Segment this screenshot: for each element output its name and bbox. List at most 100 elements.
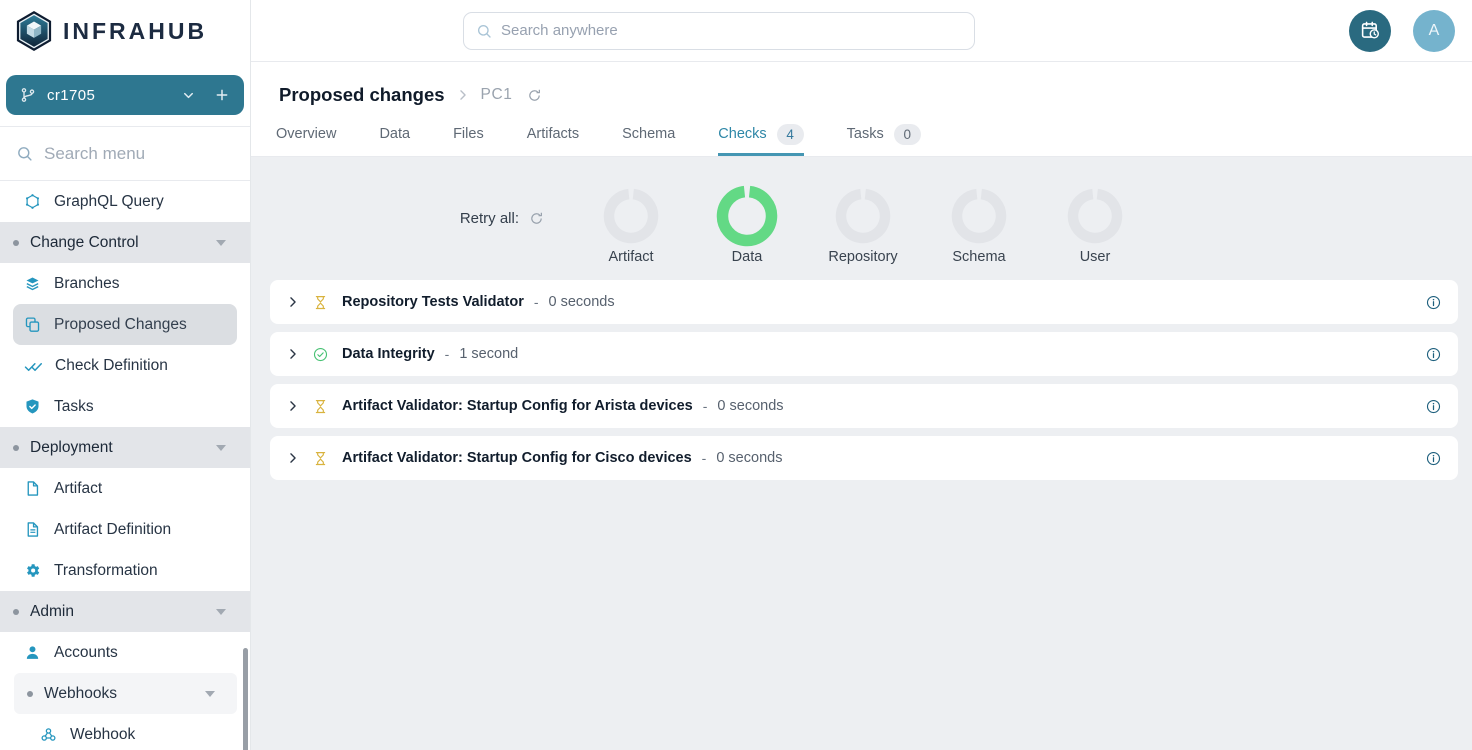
validator-duration: 0 seconds	[717, 398, 783, 414]
chevron-down-icon[interactable]	[181, 88, 196, 103]
tab-data[interactable]: Data	[379, 116, 410, 156]
sidebar-item-transformation[interactable]: Transformation	[0, 550, 250, 591]
sidebar-search[interactable]	[0, 127, 250, 180]
validator-row-artifact-cisco[interactable]: Artifact Validator: Startup Config for C…	[270, 436, 1458, 480]
add-branch-icon[interactable]	[214, 87, 230, 103]
sidebar-item-label: Transformation	[54, 562, 158, 580]
sidebar-item-label: Branches	[54, 275, 119, 293]
sidebar-item-accounts[interactable]: Accounts	[0, 632, 250, 673]
info-icon[interactable]	[1426, 295, 1441, 310]
global-search-input[interactable]	[501, 22, 962, 39]
caret-down-icon	[216, 609, 226, 615]
expand-chevron-icon[interactable]	[286, 295, 300, 309]
tab-files[interactable]: Files	[453, 116, 484, 156]
progress-ring-icon	[603, 188, 659, 244]
sidebar-item-artifact[interactable]: Artifact	[0, 468, 250, 509]
main-area: A Proposed changes PC1 Overview Data Fil…	[251, 0, 1472, 750]
tab-overview[interactable]: Overview	[276, 116, 336, 156]
ring-user[interactable]: User	[1037, 188, 1153, 265]
checks-summary: Retry all: Artifact Data	[251, 188, 1472, 265]
ring-repository[interactable]: Repository	[805, 188, 921, 265]
sidebar-section-label: Deployment	[30, 439, 113, 457]
sidebar-item-label: Proposed Changes	[54, 316, 187, 334]
progress-ring-icon	[835, 188, 891, 244]
progress-ring-success-icon	[716, 185, 778, 247]
expand-chevron-icon[interactable]	[286, 347, 300, 361]
sidebar-item-check-definition[interactable]: Check Definition	[0, 345, 250, 386]
shield-check-icon	[24, 398, 41, 415]
sidebar-section-label: Admin	[30, 603, 74, 621]
hourglass-icon	[313, 295, 328, 310]
sidebar-scrollbar[interactable]	[243, 648, 248, 750]
topbar-actions: A	[1349, 10, 1455, 52]
tab-artifacts[interactable]: Artifacts	[527, 116, 579, 156]
bullet-icon	[13, 609, 19, 615]
branch-selector[interactable]: cr1705	[6, 75, 244, 115]
sidebar-item-branches[interactable]: Branches	[0, 263, 250, 304]
caret-down-icon	[216, 445, 226, 451]
retry-all: Retry all:	[251, 210, 573, 227]
sidebar-section-deployment[interactable]: Deployment	[0, 427, 250, 468]
validator-row-artifact-arista[interactable]: Artifact Validator: Startup Config for A…	[270, 384, 1458, 428]
app-window: INFRAHUB cr1705 GraphQL Query Change Con…	[0, 0, 1472, 750]
ring-data[interactable]: Data	[689, 188, 805, 265]
sidebar-item-webhook[interactable]: Webhook	[0, 714, 250, 750]
tab-label: Data	[379, 126, 410, 142]
ring-artifact[interactable]: Artifact	[573, 188, 689, 265]
bullet-icon	[13, 240, 19, 246]
ring-schema[interactable]: Schema	[921, 188, 1037, 265]
tab-bar: Overview Data Files Artifacts Schema Che…	[251, 116, 1472, 157]
topbar: A	[251, 0, 1472, 62]
tasks-count-badge: 0	[894, 124, 921, 145]
sidebar-section-change-control[interactable]: Change Control	[0, 222, 250, 263]
chevron-right-icon	[456, 88, 470, 102]
tab-tasks[interactable]: Tasks 0	[847, 116, 921, 156]
progress-ring-icon	[1067, 188, 1123, 244]
retry-refresh-icon[interactable]	[529, 211, 544, 226]
schedule-button[interactable]	[1349, 10, 1391, 52]
sidebar-item-proposed-changes[interactable]: Proposed Changes	[13, 304, 237, 345]
avatar[interactable]: A	[1413, 10, 1455, 52]
validator-row-data-integrity[interactable]: Data Integrity - 1 second	[270, 332, 1458, 376]
info-icon[interactable]	[1426, 347, 1441, 362]
global-search[interactable]	[463, 12, 975, 50]
tab-checks[interactable]: Checks 4	[718, 116, 803, 156]
infrahub-logo-icon	[15, 10, 53, 52]
sidebar-search-input[interactable]	[44, 144, 234, 164]
validator-duration: 0 seconds	[549, 294, 615, 310]
sidebar-item-artifact-definition[interactable]: Artifact Definition	[0, 509, 250, 550]
tab-schema[interactable]: Schema	[622, 116, 675, 156]
sidebar-item-label: Check Definition	[55, 357, 168, 375]
copy-icon	[24, 316, 41, 333]
validator-title: Artifact Validator: Startup Config for A…	[342, 398, 693, 414]
sidebar-item-label: Tasks	[54, 398, 94, 416]
expand-chevron-icon[interactable]	[286, 451, 300, 465]
sidebar-item-tasks[interactable]: Tasks	[0, 386, 250, 427]
search-icon	[476, 23, 492, 39]
bullet-icon	[27, 691, 33, 697]
calendar-clock-icon	[1360, 20, 1381, 41]
ring-label: Artifact	[608, 249, 653, 265]
info-icon[interactable]	[1426, 451, 1441, 466]
sidebar-item-graphql-query[interactable]: GraphQL Query	[0, 181, 250, 222]
refresh-icon[interactable]	[527, 88, 542, 103]
validator-title: Artifact Validator: Startup Config for C…	[342, 450, 692, 466]
user-icon	[24, 644, 41, 661]
sidebar-item-label: Accounts	[54, 644, 118, 662]
tab-label: Files	[453, 126, 484, 142]
caret-down-icon	[216, 240, 226, 246]
validator-row-repository-tests[interactable]: Repository Tests Validator - 0 seconds	[270, 280, 1458, 324]
expand-chevron-icon[interactable]	[286, 399, 300, 413]
separator: -	[703, 398, 708, 414]
sidebar-section-admin[interactable]: Admin	[0, 591, 250, 632]
breadcrumb-current: PC1	[481, 86, 513, 104]
sidebar-subsection-webhooks[interactable]: Webhooks	[14, 673, 237, 714]
info-icon[interactable]	[1426, 399, 1441, 414]
document-lines-icon	[24, 521, 41, 538]
retry-all-label: Retry all:	[460, 210, 519, 227]
ring-label: Repository	[828, 249, 897, 265]
separator: -	[534, 294, 539, 310]
app-logo[interactable]: INFRAHUB	[0, 0, 250, 62]
brand-name: INFRAHUB	[63, 18, 207, 45]
separator: -	[702, 450, 707, 466]
